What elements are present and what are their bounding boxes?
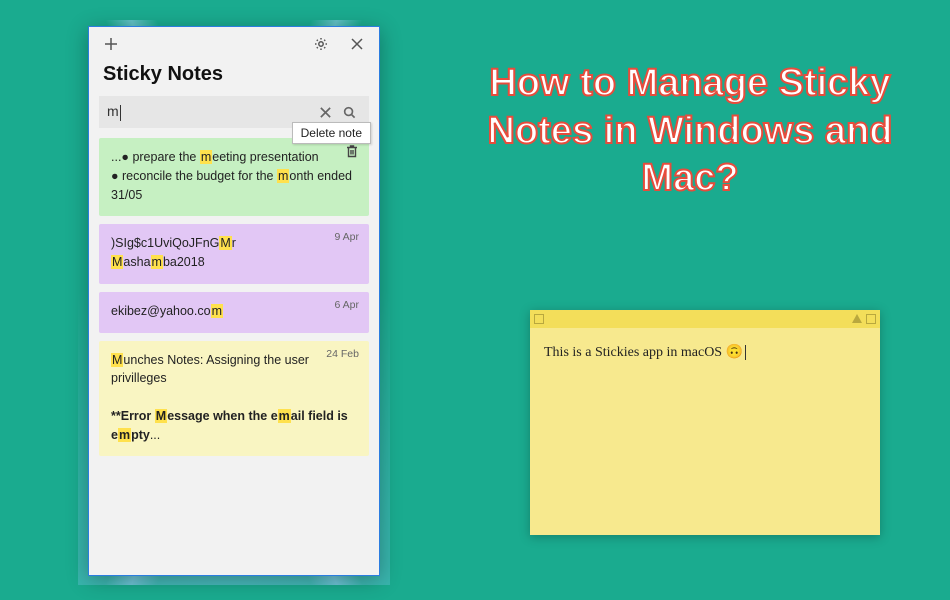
titlebar	[89, 27, 379, 61]
mac-titlebar[interactable]	[530, 310, 880, 328]
trash-icon	[345, 144, 359, 158]
note-card[interactable]: 6 Aprekibez@yahoo.com	[99, 292, 369, 333]
settings-button[interactable]	[303, 27, 339, 61]
search-input-value: m	[107, 103, 313, 120]
new-note-button[interactable]	[93, 27, 129, 61]
close-icon	[350, 37, 364, 51]
mac-note-text: This is a Stickies app in macOS 🙃	[544, 345, 743, 360]
delete-note-button[interactable]	[345, 144, 361, 160]
close-button[interactable]	[339, 27, 375, 61]
windows-sticky-notes-app: Sticky Notes m Delete note ...● prepare …	[88, 26, 380, 576]
mac-collapse-button[interactable]	[852, 314, 862, 323]
search-button[interactable]	[337, 106, 361, 119]
mac-close-button[interactable]	[534, 314, 544, 324]
macos-stickies-window: This is a Stickies app in macOS 🙃	[530, 310, 880, 535]
note-body: )SIg$c1UviQoJFnGMrMashamba2018	[111, 234, 357, 272]
note-body: ...● prepare the meeting presentation● r…	[111, 148, 357, 204]
note-card[interactable]: 24 FebMunches Notes: Assigning the user …	[99, 341, 369, 457]
search-field[interactable]: m Delete note	[99, 96, 369, 128]
note-body: Munches Notes: Assigning the user privil…	[111, 351, 357, 445]
x-icon	[319, 106, 332, 119]
plus-icon	[104, 37, 118, 51]
gear-icon	[314, 37, 328, 51]
app-heading: Sticky Notes	[89, 61, 379, 96]
note-card[interactable]: 9 Apr)SIg$c1UviQoJFnGMrMashamba2018	[99, 224, 369, 284]
note-date: 24 Feb	[326, 347, 359, 363]
article-title: How to Manage Sticky Notes in Windows an…	[460, 60, 920, 203]
note-body: ekibez@yahoo.com	[111, 302, 357, 321]
search-icon	[343, 106, 356, 119]
tooltip: Delete note	[292, 122, 371, 144]
mac-zoom-button[interactable]	[866, 314, 876, 324]
note-date: 9 Apr	[334, 230, 359, 246]
notes-list: ...● prepare the meeting presentation● r…	[89, 134, 379, 575]
mac-note-body[interactable]: This is a Stickies app in macOS 🙃	[530, 328, 880, 377]
clear-search-button[interactable]	[313, 106, 337, 119]
note-card[interactable]: ...● prepare the meeting presentation● r…	[99, 138, 369, 216]
note-date: 6 Apr	[334, 298, 359, 314]
